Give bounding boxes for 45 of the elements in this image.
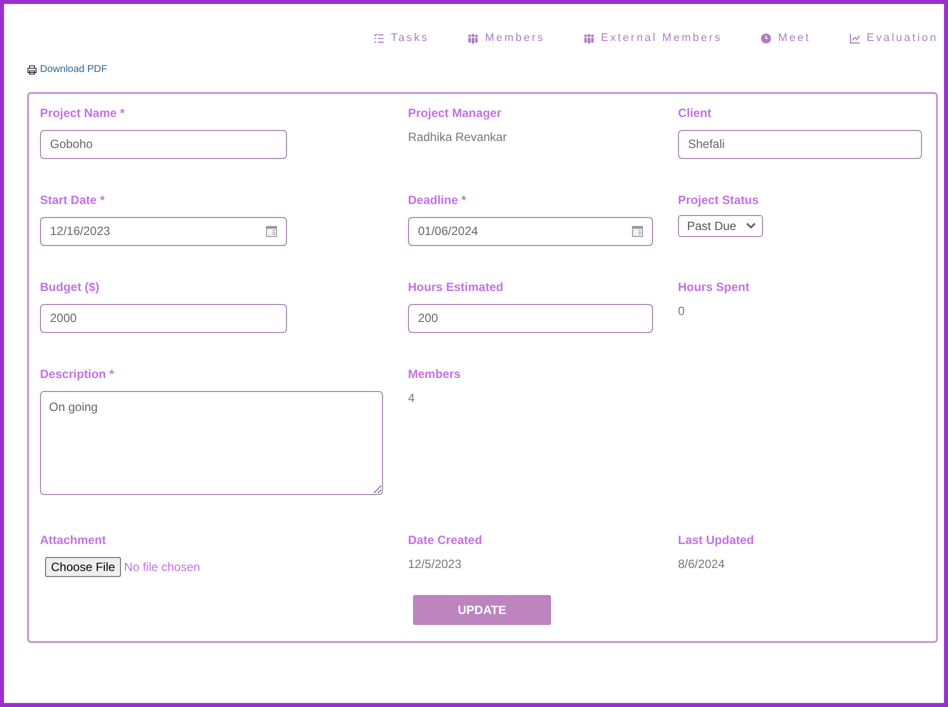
calendar-icon [266,226,277,236]
field-label: Hours Spent [678,280,750,294]
line-chart-icon [848,32,861,44]
field-label: Project Name * [40,106,126,120]
field-label: Project Status [678,192,760,206]
field-value: 4 [408,390,416,404]
nav-tab[interactable]: Meet [760,28,811,48]
clock-icon [760,32,772,44]
people-icon [582,32,595,44]
field-value: Radhika Revankar [408,130,508,144]
list-icon [372,32,385,44]
nav-tab[interactable]: External Members [582,28,722,48]
choose-file-button[interactable]: Choose File [45,556,122,576]
field-label: Description * [40,366,116,380]
nav-tab[interactable]: Evaluation [848,28,938,48]
printer-icon [27,64,37,74]
status-dropdown[interactable]: Past Due [678,214,764,236]
field-label: Date Created [408,532,484,546]
field-value: 12/5/2023 [408,556,462,570]
text-field[interactable]: 200 [408,304,653,332]
field-label: Budget ($) [40,280,100,294]
text-field[interactable]: Shefali [678,130,922,158]
field-label: Client [678,106,712,120]
field-label: Start Date * [40,192,106,206]
nav-tab[interactable]: Tasks [372,28,430,48]
people-icon [467,32,480,44]
chevron-down-icon [746,222,756,229]
field-label: Members [408,366,462,380]
download-pdf-link[interactable]: Download PDF [27,64,108,75]
field-label: Project Manager [408,106,502,120]
field-value: 8/6/2024 [678,556,726,570]
update-button[interactable]: UPDATE [413,594,551,624]
field-label: Last Updated [678,532,756,546]
file-status: No file chosen [124,560,200,574]
date-field[interactable]: 12/16/2023 [40,216,287,246]
text-field[interactable]: 2000 [40,304,287,332]
description-field[interactable]: On going [40,390,383,494]
field-label: Hours Estimated [408,280,504,294]
field-value: 0 [678,304,686,318]
nav-tab[interactable]: Members [467,28,545,48]
field-label: Attachment [40,532,108,546]
text-field[interactable]: Goboho [40,130,287,158]
calendar-icon [632,226,643,236]
field-label: Deadline * [408,192,468,206]
date-field[interactable]: 01/06/2024 [408,216,653,246]
